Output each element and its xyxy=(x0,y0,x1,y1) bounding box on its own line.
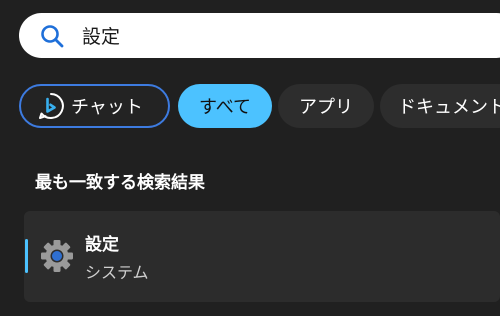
best-match-result[interactable]: 設定 システム xyxy=(24,211,500,302)
search-bar[interactable] xyxy=(19,13,500,58)
tab-documents[interactable]: ドキュメント xyxy=(380,84,500,128)
bing-chat-icon xyxy=(39,93,64,119)
tab-all-label: すべて xyxy=(198,97,252,118)
filter-tabs: チャット すべて アプリ ドキュメント xyxy=(19,82,500,130)
gear-icon xyxy=(41,240,73,272)
selection-indicator xyxy=(25,239,28,273)
tab-chat[interactable]: チャット xyxy=(19,84,170,128)
result-subtitle: システム xyxy=(85,263,149,282)
tab-chat-label: チャット xyxy=(71,97,143,118)
tab-documents-label: ドキュメント xyxy=(398,97,500,118)
search-input[interactable] xyxy=(82,21,462,49)
tab-apps[interactable]: アプリ xyxy=(278,84,374,128)
tab-apps-label: アプリ xyxy=(299,97,353,118)
section-title: 最も一致する検索結果 xyxy=(35,173,205,193)
search-icon xyxy=(41,25,64,48)
result-title: 設定 xyxy=(85,235,119,255)
tab-all[interactable]: すべて xyxy=(178,84,272,128)
